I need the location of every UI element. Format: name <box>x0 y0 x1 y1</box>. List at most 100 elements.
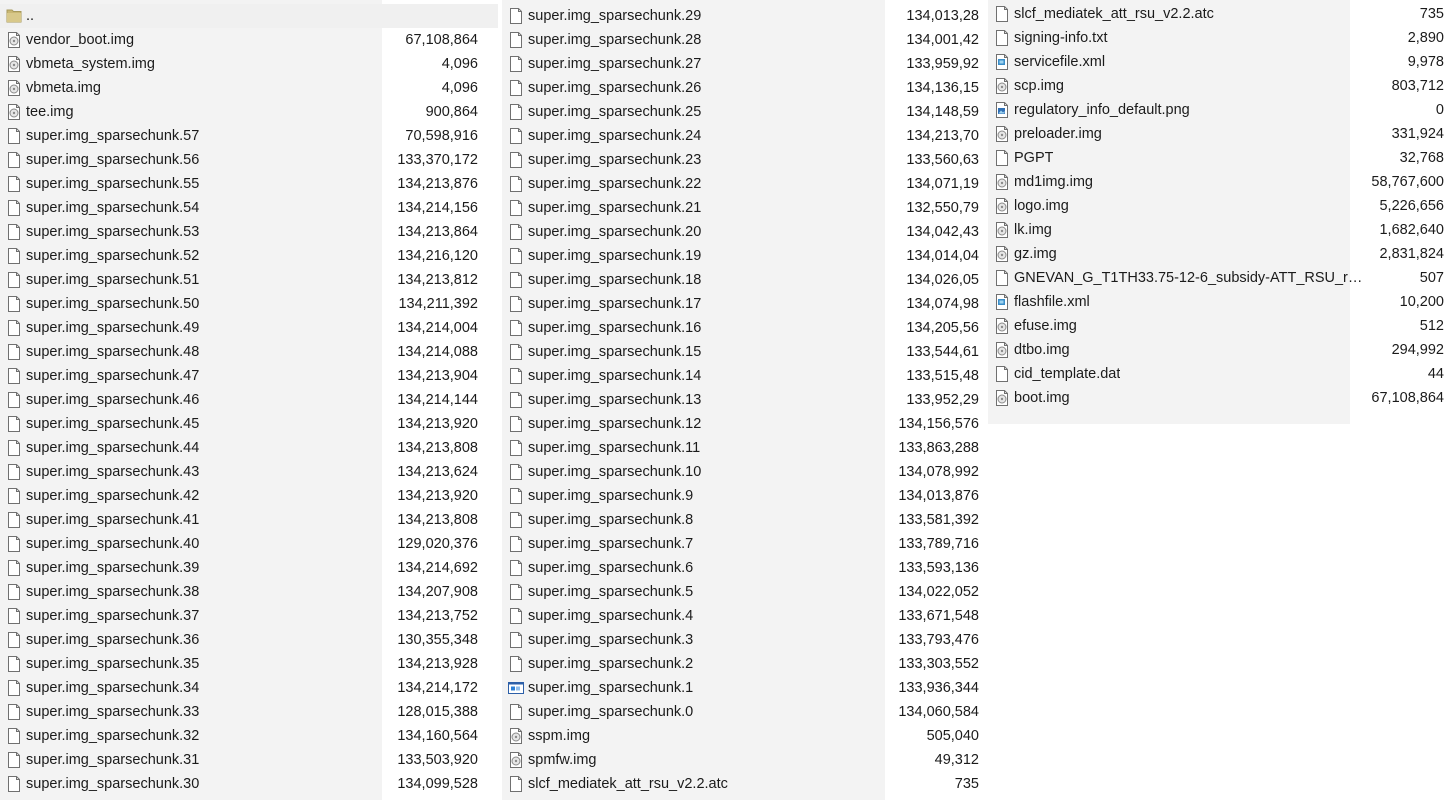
file-row[interactable]: super.img_sparsechunk.27 133,959,92 <box>502 52 979 76</box>
file-row[interactable]: super.img_sparsechunk.0 134,060,584 <box>502 700 979 724</box>
file-row[interactable]: PGPT 32,768 <box>988 146 1444 170</box>
file-row[interactable]: super.img_sparsechunk.3 133,793,476 <box>502 628 979 652</box>
file-column-1: .. vendor_boot.img 67,108,864 vbmeta_system… <box>0 0 500 800</box>
file-row[interactable]: super.img_sparsechunk.40 129,020,376 <box>0 532 478 556</box>
file-size: 129,020,376 <box>397 536 478 552</box>
file-row[interactable]: super.img_sparsechunk.9 134,013,876 <box>502 484 979 508</box>
file-row[interactable]: super.img_sparsechunk.30 134,099,528 <box>0 772 478 796</box>
file-row[interactable]: servicefile.xml 9,978 <box>988 50 1444 74</box>
file-row[interactable]: super.img_sparsechunk.21 132,550,79 <box>502 196 979 220</box>
file-row[interactable]: lk.img 1,682,640 <box>988 218 1444 242</box>
file-row[interactable]: super.img_sparsechunk.56 133,370,172 <box>0 148 478 172</box>
file-row[interactable]: super.img_sparsechunk.48 134,214,088 <box>0 340 478 364</box>
file-row[interactable]: super.img_sparsechunk.35 134,213,928 <box>0 652 478 676</box>
file-row[interactable]: vbmeta.img 4,096 <box>0 76 478 100</box>
file-size: 2,831,824 <box>1379 246 1444 262</box>
file-row[interactable]: super.img_sparsechunk.2 133,303,552 <box>502 652 979 676</box>
file-row[interactable]: super.img_sparsechunk.24 134,213,70 <box>502 124 979 148</box>
file-row[interactable]: super.img_sparsechunk.43 134,213,624 <box>0 460 478 484</box>
file-row[interactable]: super.img_sparsechunk.5 134,022,052 <box>502 580 979 604</box>
file-row[interactable]: efuse.img 512 <box>988 314 1444 338</box>
xml-file-icon <box>994 53 1010 71</box>
file-row[interactable]: boot.img 67,108,864 <box>988 386 1444 410</box>
file-row[interactable]: super.img_sparsechunk.12 134,156,576 <box>502 412 979 436</box>
file-row[interactable]: super.img_sparsechunk.50 134,211,392 <box>0 292 478 316</box>
file-row[interactable]: super.img_sparsechunk.1 133,936,344 <box>502 676 979 700</box>
file-size: 134,213,928 <box>397 656 478 672</box>
file-row[interactable]: super.img_sparsechunk.7 133,789,716 <box>502 532 979 556</box>
file-row[interactable]: super.img_sparsechunk.16 134,205,56 <box>502 316 979 340</box>
file-row[interactable]: spmfw.img 49,312 <box>502 748 979 772</box>
file-row[interactable]: super.img_sparsechunk.49 134,214,004 <box>0 316 478 340</box>
file-row[interactable]: vbmeta_system.img 4,096 <box>0 52 478 76</box>
file-size: 134,214,144 <box>397 392 478 408</box>
file-row[interactable]: super.img_sparsechunk.20 134,042,43 <box>502 220 979 244</box>
file-row[interactable]: super.img_sparsechunk.45 134,213,920 <box>0 412 478 436</box>
file-row[interactable]: super.img_sparsechunk.18 134,026,05 <box>502 268 979 292</box>
file-row[interactable]: super.img_sparsechunk.10 134,078,992 <box>502 460 979 484</box>
file-icon <box>994 149 1010 167</box>
file-row[interactable]: regulatory_info_default.png 0 <box>988 98 1444 122</box>
file-row[interactable]: super.img_sparsechunk.47 134,213,904 <box>0 364 478 388</box>
file-row[interactable]: vendor_boot.img 67,108,864 <box>0 28 478 52</box>
file-row[interactable]: preloader.img 331,924 <box>988 122 1444 146</box>
file-row[interactable]: super.img_sparsechunk.34 134,214,172 <box>0 676 478 700</box>
file-row[interactable]: super.img_sparsechunk.15 133,544,61 <box>502 340 979 364</box>
file-row[interactable]: dtbo.img 294,992 <box>988 338 1444 362</box>
file-row[interactable]: super.img_sparsechunk.32 134,160,564 <box>0 724 478 748</box>
file-row[interactable]: super.img_sparsechunk.41 134,213,808 <box>0 508 478 532</box>
file-size: 134,022,052 <box>898 584 979 600</box>
file-row[interactable]: super.img_sparsechunk.46 134,214,144 <box>0 388 478 412</box>
file-row[interactable]: super.img_sparsechunk.37 134,213,752 <box>0 604 478 628</box>
file-row[interactable]: super.img_sparsechunk.55 134,213,876 <box>0 172 478 196</box>
file-row[interactable]: super.img_sparsechunk.17 134,074,98 <box>502 292 979 316</box>
file-icon <box>6 271 22 289</box>
file-row[interactable]: gz.img 2,831,824 <box>988 242 1444 266</box>
file-name: gz.img <box>1014 246 1057 262</box>
file-row[interactable]: cid_template.dat 44 <box>988 362 1444 386</box>
parent-directory-row[interactable]: .. <box>0 4 478 28</box>
file-size: 134,205,56 <box>906 320 979 336</box>
file-row[interactable]: super.img_sparsechunk.54 134,214,156 <box>0 196 478 220</box>
file-row[interactable]: super.img_sparsechunk.42 134,213,920 <box>0 484 478 508</box>
file-row[interactable]: logo.img 5,226,656 <box>988 194 1444 218</box>
file-row[interactable]: super.img_sparsechunk.31 133,503,920 <box>0 748 478 772</box>
file-row[interactable]: super.img_sparsechunk.8 133,581,392 <box>502 508 979 532</box>
file-row[interactable]: super.img_sparsechunk.26 134,136,15 <box>502 76 979 100</box>
file-row[interactable]: super.img_sparsechunk.23 133,560,63 <box>502 148 979 172</box>
file-row[interactable]: super.img_sparsechunk.11 133,863,288 <box>502 436 979 460</box>
file-row[interactable]: super.img_sparsechunk.44 134,213,808 <box>0 436 478 460</box>
file-row[interactable]: super.img_sparsechunk.53 134,213,864 <box>0 220 478 244</box>
file-row[interactable]: super.img_sparsechunk.25 134,148,59 <box>502 100 979 124</box>
file-row[interactable]: slcf_mediatek_att_rsu_v2.2.atc 735 <box>988 2 1444 26</box>
file-row[interactable]: super.img_sparsechunk.6 133,593,136 <box>502 556 979 580</box>
file-row[interactable]: super.img_sparsechunk.14 133,515,48 <box>502 364 979 388</box>
file-icon <box>6 775 22 793</box>
file-icon <box>6 415 22 433</box>
file-name: super.img_sparsechunk.13 <box>528 392 702 408</box>
file-row[interactable]: super.img_sparsechunk.57 70,598,916 <box>0 124 478 148</box>
file-size <box>382 4 478 28</box>
file-row[interactable]: flashfile.xml 10,200 <box>988 290 1444 314</box>
file-row[interactable]: super.img_sparsechunk.13 133,952,29 <box>502 388 979 412</box>
file-row[interactable]: GNEVAN_G_T1TH33.75-12-6_subsidy-ATT_RSU_… <box>988 266 1444 290</box>
file-row[interactable]: super.img_sparsechunk.36 130,355,348 <box>0 628 478 652</box>
file-row[interactable]: slcf_mediatek_att_rsu_v2.2.atc 735 <box>502 772 979 796</box>
file-size: 134,013,876 <box>898 488 979 504</box>
file-row[interactable]: super.img_sparsechunk.38 134,207,908 <box>0 580 478 604</box>
file-name: super.img_sparsechunk.38 <box>26 584 200 600</box>
file-row[interactable]: super.img_sparsechunk.22 134,071,19 <box>502 172 979 196</box>
file-row[interactable]: super.img_sparsechunk.29 134,013,28 <box>502 4 979 28</box>
file-row[interactable]: super.img_sparsechunk.33 128,015,388 <box>0 700 478 724</box>
file-row[interactable]: super.img_sparsechunk.51 134,213,812 <box>0 268 478 292</box>
file-row[interactable]: super.img_sparsechunk.52 134,216,120 <box>0 244 478 268</box>
file-row[interactable]: signing-info.txt 2,890 <box>988 26 1444 50</box>
file-row[interactable]: super.img_sparsechunk.19 134,014,04 <box>502 244 979 268</box>
file-row[interactable]: super.img_sparsechunk.4 133,671,548 <box>502 604 979 628</box>
file-row[interactable]: scp.img 803,712 <box>988 74 1444 98</box>
file-row[interactable]: md1img.img 58,767,600 <box>988 170 1444 194</box>
file-row[interactable]: sspm.img 505,040 <box>502 724 979 748</box>
file-row[interactable]: super.img_sparsechunk.39 134,214,692 <box>0 556 478 580</box>
file-row[interactable]: tee.img 900,864 <box>0 100 478 124</box>
file-row[interactable]: super.img_sparsechunk.28 134,001,42 <box>502 28 979 52</box>
